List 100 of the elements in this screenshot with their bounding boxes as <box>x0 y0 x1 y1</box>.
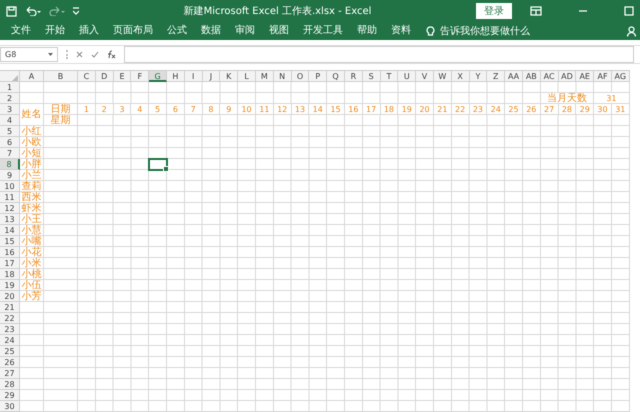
row-header[interactable]: 22 <box>0 313 20 324</box>
row-header[interactable]: 17 <box>0 258 20 269</box>
row-header[interactable]: 3 <box>0 104 20 115</box>
table-cell: 23 <box>470 104 488 115</box>
column-header[interactable]: Z <box>487 71 506 82</box>
login-button[interactable]: 登录 <box>476 3 512 19</box>
row-header[interactable]: 20 <box>0 291 20 302</box>
column-header[interactable]: P <box>309 71 328 82</box>
column-header[interactable]: U <box>398 71 416 82</box>
undo-icon[interactable] <box>25 6 41 16</box>
maximize-icon[interactable] <box>624 6 634 16</box>
row-header[interactable]: 12 <box>0 203 20 214</box>
cancel-icon[interactable] <box>76 51 83 58</box>
column-header[interactable]: T <box>380 71 398 82</box>
column-header[interactable]: AB <box>522 71 541 82</box>
column-header[interactable]: E <box>114 71 132 82</box>
ribbon-tab[interactable]: 数据 <box>194 23 228 39</box>
column-header[interactable]: O <box>292 71 310 82</box>
column-header[interactable]: AG <box>612 71 630 82</box>
ribbon-tab[interactable]: 审阅 <box>228 23 262 39</box>
column-header[interactable]: F <box>131 71 150 82</box>
column-header[interactable]: J <box>202 71 220 82</box>
column-header[interactable]: V <box>416 71 434 82</box>
row-header[interactable]: 16 <box>0 247 20 258</box>
column-header[interactable]: H <box>166 71 185 82</box>
ribbon-display-icon[interactable] <box>530 6 542 16</box>
row-header[interactable]: 30 <box>0 401 20 412</box>
enter-icon[interactable] <box>91 51 99 58</box>
row-header[interactable]: 15 <box>0 236 20 247</box>
row-header[interactable]: 28 <box>0 379 20 390</box>
column-header[interactable]: AE <box>576 71 594 82</box>
column-header[interactable]: M <box>256 71 274 82</box>
ribbon-tab[interactable]: 资料 <box>384 23 418 39</box>
table-cell: 小欧 <box>20 137 44 148</box>
table-cell: 小慧 <box>20 225 44 236</box>
row-header[interactable]: 18 <box>0 269 20 280</box>
lightbulb-icon <box>426 26 435 36</box>
column-header[interactable]: X <box>452 71 470 82</box>
table-cell: 小兰 <box>20 170 44 181</box>
dropdown-icon[interactable] <box>48 53 53 56</box>
column-header[interactable]: S <box>362 71 381 82</box>
tell-me-field[interactable]: 告诉我你想要做什么 <box>440 24 530 38</box>
row-header[interactable]: 10 <box>0 181 20 192</box>
ribbon-tab[interactable]: 页面布局 <box>106 23 160 39</box>
row-header[interactable]: 13 <box>0 214 20 225</box>
row-header[interactable]: 19 <box>0 280 20 291</box>
row-header[interactable]: 1 <box>0 82 20 93</box>
row-header[interactable]: 5 <box>0 126 20 137</box>
table-cell: 小芳 <box>20 291 44 302</box>
customize-icon[interactable] <box>73 7 79 15</box>
row-header[interactable]: 26 <box>0 357 20 368</box>
row-header[interactable]: 21 <box>0 302 20 313</box>
column-header[interactable]: A <box>20 71 44 82</box>
table-cell: 西米 <box>20 192 44 203</box>
row-header[interactable]: 24 <box>0 335 20 346</box>
column-header[interactable]: R <box>344 71 363 82</box>
person-icon[interactable] <box>627 26 636 36</box>
row-header[interactable]: 14 <box>0 225 20 236</box>
column-header[interactable]: AC <box>540 71 559 82</box>
column-header[interactable]: G <box>149 71 167 82</box>
row-header[interactable]: 25 <box>0 346 20 357</box>
formula-input[interactable] <box>124 46 634 63</box>
function-icon[interactable] <box>107 50 116 59</box>
redo-icon[interactable] <box>49 6 65 16</box>
ribbon-tab[interactable]: 开发工具 <box>296 23 350 39</box>
ribbon-tab[interactable]: 公式 <box>160 23 194 39</box>
row-header[interactable]: 6 <box>0 137 20 148</box>
ribbon-tab[interactable]: 视图 <box>262 23 296 39</box>
column-header[interactable]: D <box>96 71 114 82</box>
save-icon[interactable] <box>6 6 17 16</box>
table-cell: 3 <box>114 104 132 115</box>
row-header[interactable]: 29 <box>0 390 20 401</box>
ribbon-tab[interactable]: 开始 <box>38 23 72 39</box>
column-header[interactable]: I <box>184 71 203 82</box>
column-header[interactable]: L <box>238 71 256 82</box>
name-box[interactable]: G8 <box>0 47 58 62</box>
column-header[interactable]: N <box>274 71 292 82</box>
row-header[interactable]: 7 <box>0 148 20 159</box>
column-header[interactable]: W <box>434 71 452 82</box>
column-header[interactable]: K <box>220 71 238 82</box>
row-header[interactable]: 8 <box>0 159 20 170</box>
column-header[interactable]: AF <box>594 71 612 82</box>
row-header[interactable]: 23 <box>0 324 20 335</box>
ribbon-tab[interactable]: 插入 <box>72 23 106 39</box>
row-header[interactable]: 11 <box>0 192 20 203</box>
column-header[interactable]: C <box>78 71 96 82</box>
column-header[interactable]: Q <box>327 71 345 82</box>
row-header[interactable]: 4 <box>0 115 20 126</box>
row-header[interactable]: 27 <box>0 368 20 379</box>
ribbon-tab[interactable]: 文件 <box>4 23 38 39</box>
row-header[interactable]: 2 <box>0 93 20 104</box>
column-header[interactable]: AA <box>505 71 523 82</box>
column-header[interactable]: Y <box>470 71 488 82</box>
selected-cell[interactable] <box>149 159 167 170</box>
column-header[interactable]: B <box>44 71 78 82</box>
table-cell: 小米 <box>20 258 44 269</box>
row-header[interactable]: 9 <box>0 170 20 181</box>
column-header[interactable]: AD <box>558 71 576 82</box>
ribbon-tab[interactable]: 帮助 <box>350 23 384 39</box>
table-cell: 13 <box>292 104 310 115</box>
